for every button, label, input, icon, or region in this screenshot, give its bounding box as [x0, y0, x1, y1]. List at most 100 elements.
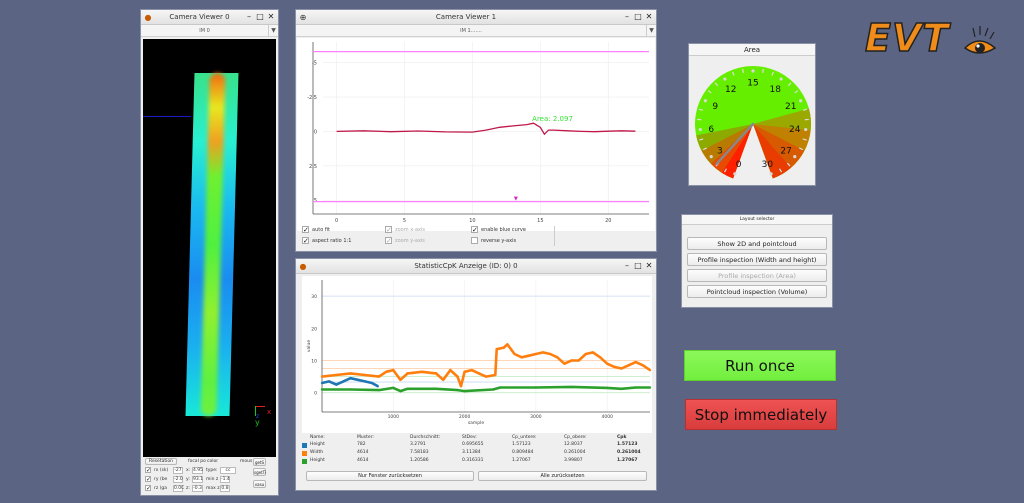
reset-all-button[interactable]: Alle zurücksetzen [478, 471, 647, 481]
image-selector[interactable]: IM 0 ▼ [141, 25, 278, 37]
minimize-icon[interactable]: – [244, 12, 254, 22]
data-point-series-1 [459, 385, 463, 388]
checkbox-reverse-y[interactable]: reverse y-axis [471, 237, 516, 244]
checkbox-auto-fit[interactable]: ✓ auto fit [302, 226, 330, 234]
y-tick-label: 10 [311, 358, 317, 364]
param-label: min z [206, 477, 219, 482]
checkbox-auto-fit-box[interactable]: ✓ [302, 226, 309, 234]
maximize-icon[interactable]: □ [255, 12, 265, 22]
reset-window-button[interactable]: Nur Fenster zurücksetzen [306, 471, 474, 481]
save-button[interactable]: vasu [253, 480, 266, 488]
row-checkbox[interactable]: ✓ [145, 476, 151, 483]
dropdown-arrow-icon[interactable]: ▼ [646, 25, 656, 36]
minimize-icon[interactable]: – [622, 12, 632, 22]
checkbox-aspect-ratio-box[interactable]: ✓ [302, 237, 309, 245]
close-icon[interactable]: ✕ [644, 12, 654, 22]
gauge-tick-label: 21 [785, 102, 796, 112]
control-row: ✓ ry (be -2.0 y: 93.1 min z -1.4 [143, 476, 251, 484]
focal-input[interactable]: 93.1 [192, 476, 203, 483]
rotation-input[interactable]: -2.0 [173, 476, 183, 483]
row-checkbox[interactable]: ✓ [145, 467, 151, 474]
divider [554, 226, 555, 246]
dropdown-arrow-icon[interactable]: ▼ [268, 25, 278, 36]
profile-chart[interactable]: 05101520-5-2.502.55Area: 2.097 [297, 38, 655, 231]
image-selector[interactable]: IM 1....... ▼ [296, 25, 656, 37]
close-icon[interactable]: ✕ [266, 12, 276, 22]
data-point-series-0 [335, 383, 338, 386]
title-bar[interactable]: ⊕ Camera Viewer 1 – □ ✕ [296, 10, 656, 25]
checkbox-zoom-y-box[interactable]: ✓ [385, 237, 392, 245]
window-title: Camera Viewer 1 [435, 13, 497, 21]
area-gauge: 0 3 6 9 12 15 1821 24 27 30 [695, 65, 811, 179]
data-point-series-1 [620, 367, 623, 370]
table-cell: Height [310, 442, 325, 447]
reset-button[interactable]: Resetation [145, 458, 177, 465]
checkbox-aspect-ratio[interactable]: ✓ aspect ratio 1:1 [302, 237, 351, 245]
focal-label: focal po [188, 459, 206, 464]
gauge-major-tick [698, 127, 702, 132]
area-gauge-panel: Area 0 3 6 9 12 15 18 21 24 27 30 [688, 43, 816, 186]
checkbox-enable-blue-curve-box[interactable]: ✓ [471, 226, 478, 234]
checkbox-label: auto fit [312, 227, 330, 233]
set-button[interactable]: sgetTi [253, 468, 266, 476]
data-point-series-1 [363, 373, 366, 377]
table-row[interactable]: Width 4614 7.58183 3.11384 0.809484 0.261004 0… [302, 450, 652, 458]
get-button[interactable]: getS [253, 458, 266, 466]
height-ridge [200, 73, 226, 416]
checkbox-zoom-x[interactable]: ✓ zoom x-axis [385, 226, 425, 234]
data-point-series-0 [342, 380, 345, 383]
title-bar[interactable]: ● StatisticCpK Anzeige (ID: 0) 0 – □ ✕ [296, 259, 656, 274]
series-line-2 [322, 385, 650, 393]
focal-input[interactable]: 4.95 [192, 467, 203, 474]
maximize-icon[interactable]: □ [633, 12, 643, 22]
axis-label: x: [186, 468, 191, 473]
minimize-icon[interactable]: – [622, 261, 632, 271]
control-row: ✓ rz (ga 0.0C z: -0.3 max z 0.8 [143, 485, 251, 493]
table-cell: Height [310, 458, 325, 463]
statistic-chart[interactable]: 1000 2000 3000 4000 0 10 20 30 value sample [302, 276, 652, 433]
image-selector-label: IM 1....... [460, 27, 482, 34]
close-icon[interactable]: ✕ [644, 261, 654, 271]
stop-immediately-button[interactable]: Stop immediately [685, 399, 837, 430]
app-icon: ⊕ [299, 12, 307, 22]
data-point-series-1 [577, 359, 580, 362]
table-cell: 1.20586 [410, 458, 429, 463]
checkbox-reverse-y-box[interactable] [471, 237, 478, 244]
table-row[interactable]: Height 4614 1.20586 0.316331 1.27067 3.99807 1… [302, 458, 652, 466]
data-point-series-0 [376, 385, 379, 388]
table-row[interactable]: Height 782 3.2791 0.695655 1.57123 12.8037 1.5… [302, 442, 652, 450]
checkbox-zoom-y[interactable]: ✓ zoom y-axis [385, 237, 425, 245]
color-type-select[interactable]: cc [220, 467, 236, 474]
layout-button[interactable]: Show 2D and pointcloud [687, 237, 827, 250]
gauge-tick-label: 12 [725, 85, 736, 95]
data-point-series-1 [470, 368, 473, 372]
control-row: ✓ rx (sk) -27 x: 4.95 type: cc [143, 467, 251, 475]
title-bar[interactable]: ● Camera Viewer 0 – □ ✕ [141, 10, 278, 25]
rotation-input[interactable]: -27 [173, 467, 183, 474]
table-cell: 4614 [357, 450, 369, 455]
maximize-icon[interactable]: □ [633, 261, 643, 271]
camera-image-view[interactable]: x z y [143, 39, 276, 457]
param-input[interactable]: 0.8 [220, 485, 230, 492]
layout-button[interactable]: Profile inspection (Width and height) [687, 253, 827, 266]
gauge-major-tick [709, 155, 713, 159]
focal-input[interactable]: -0.3 [192, 485, 203, 492]
param-input[interactable]: -1.4 [220, 476, 230, 483]
checkbox-zoom-x-box[interactable]: ✓ [385, 226, 392, 234]
data-point-series-1 [541, 351, 545, 354]
layout-button[interactable]: Profile inspection (Area) [687, 269, 827, 282]
run-once-button[interactable]: Run once [684, 350, 836, 381]
data-point-series-1 [513, 352, 516, 356]
x-tick-label: 2000 [459, 414, 471, 420]
y-tick-label: 30 [311, 294, 317, 300]
series-line-1 [321, 343, 651, 388]
rotation-input[interactable]: 0.0C [173, 485, 184, 492]
row-checkbox[interactable]: ✓ [145, 485, 151, 492]
checkbox-enable-blue-curve[interactable]: ✓ enable blue curve [471, 226, 526, 234]
gauge-tick-label: 27 [780, 146, 791, 156]
table-cell: 1.27067 [617, 458, 638, 463]
y-tick-label: 0 [314, 129, 317, 135]
data-point-series-0 [363, 380, 366, 383]
layout-button[interactable]: Pointcloud inspection (Volume) [687, 285, 827, 298]
gauge-tick-label: 9 [712, 102, 718, 112]
